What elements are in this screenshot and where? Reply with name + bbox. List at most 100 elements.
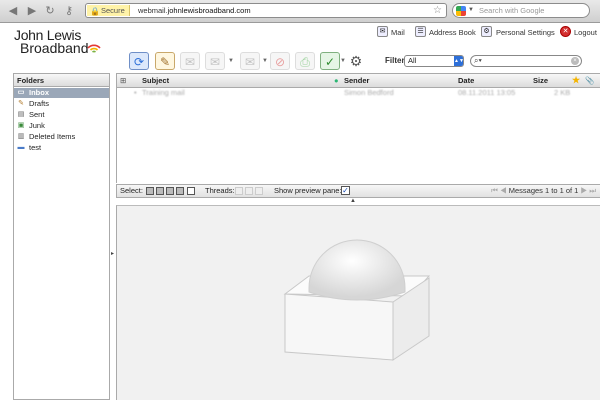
- broadband-wifi-icon: [87, 44, 101, 53]
- column-size[interactable]: Size: [533, 74, 548, 87]
- mail-link[interactable]: Mail: [391, 27, 405, 39]
- row-sender: Simon Bedford: [344, 88, 394, 97]
- threads-collapse-button[interactable]: [245, 187, 253, 195]
- attachment-icon[interactable]: 📎: [585, 74, 594, 87]
- forward-arrow-icon[interactable]: ▶: [25, 4, 39, 18]
- folder-drafts[interactable]: ✎ Drafts: [14, 99, 109, 109]
- splitter-arrow-icon[interactable]: ▸: [111, 250, 114, 257]
- column-subject[interactable]: Subject: [142, 74, 169, 87]
- folder-inbox[interactable]: ▭ Inbox: [14, 88, 109, 98]
- browser-toolbar: ◀ ▶ ↻ ⚷ 🔒 Secure webmail.johnlewisbroadb…: [0, 0, 600, 23]
- folder-label: Deleted Items: [29, 132, 76, 141]
- reply-all-dropdown-icon[interactable]: ▼: [228, 58, 234, 64]
- secure-label: Secure: [101, 6, 125, 15]
- folder-label: Sent: [29, 110, 45, 119]
- flag-star-icon[interactable]: ★: [572, 74, 580, 87]
- inbox-icon: ▭: [17, 89, 25, 96]
- address-book-link[interactable]: Address Book: [429, 27, 476, 39]
- select-unread-button[interactable]: [166, 187, 174, 195]
- google-icon: [456, 6, 466, 16]
- list-options-icon[interactable]: ⊞: [120, 74, 126, 87]
- select-page-button[interactable]: [156, 187, 164, 195]
- row-date: 08.11.2011 13:05: [458, 88, 516, 97]
- url-text: webmail.johnlewisbroadband.com: [138, 5, 251, 16]
- row-subject: Training mail: [142, 88, 185, 97]
- folder-label: Drafts: [29, 99, 50, 108]
- row-size: 2 KB: [554, 88, 571, 97]
- print-button[interactable]: ⎙: [295, 52, 315, 70]
- mark-button[interactable]: ✓: [320, 52, 340, 70]
- unread-dot-icon: •: [134, 88, 137, 97]
- search-icon[interactable]: ⌕▾: [474, 56, 482, 66]
- folder-label: Junk: [29, 121, 45, 130]
- key-icon[interactable]: ⚷: [62, 4, 76, 18]
- prev-page-icon[interactable]: ◀: [500, 186, 507, 195]
- preview-pane-checkbox[interactable]: ✓: [341, 186, 350, 195]
- delete-button[interactable]: ⊘: [270, 52, 290, 70]
- sent-icon: ▤: [17, 111, 25, 118]
- address-book-icon[interactable]: ☰: [415, 26, 426, 37]
- clear-search-icon[interactable]: ×: [571, 57, 579, 65]
- forward-button[interactable]: ✉: [240, 52, 260, 70]
- trash-icon: ▥: [17, 133, 25, 140]
- folder-icon: ▬: [17, 144, 25, 151]
- folders-header: Folders: [14, 74, 109, 87]
- check-mail-button[interactable]: ⟳: [129, 52, 149, 70]
- bookmark-star-icon[interactable]: ☆: [433, 4, 442, 17]
- brand-logo-line2: Broadband: [20, 40, 89, 56]
- preview-pane-label: Show preview pane:: [274, 186, 342, 195]
- table-row[interactable]: • Training mail Simon Bedford 08.11.2011…: [117, 88, 600, 98]
- chevron-down-icon[interactable]: ▼: [468, 5, 474, 16]
- preview-splitter-icon[interactable]: ▲: [350, 198, 356, 204]
- folder-junk[interactable]: ▣ Junk: [14, 121, 109, 131]
- mail-search-input[interactable]: ⌕▾ ×: [470, 55, 582, 67]
- pencil-icon: ✎: [18, 100, 24, 107]
- filter-value: All: [408, 56, 417, 65]
- mail-icon[interactable]: ✉: [377, 26, 388, 37]
- column-date[interactable]: Date: [458, 74, 474, 87]
- first-page-icon[interactable]: ⏮: [491, 186, 498, 195]
- preview-pane: [116, 205, 600, 400]
- junk-icon: ▣: [17, 122, 25, 129]
- select-all-button[interactable]: [146, 187, 154, 195]
- gear-icon[interactable]: ⚙: [346, 52, 366, 70]
- threads-unread-button[interactable]: [255, 187, 263, 195]
- logout-link[interactable]: Logout: [574, 27, 597, 39]
- forward-dropdown-icon[interactable]: ▼: [262, 58, 268, 64]
- chevron-down-icon[interactable]: ▲▼: [454, 56, 464, 66]
- select-label: Select:: [120, 186, 143, 195]
- threads-label: Threads:: [205, 186, 235, 195]
- pager: ⏮ ◀ Messages 1 to 1 of 1 ▶ ⏭: [491, 185, 596, 197]
- folder-label: Inbox: [29, 88, 49, 97]
- compose-button[interactable]: ✎: [155, 52, 175, 70]
- folder-sent[interactable]: ▤ Sent: [14, 110, 109, 120]
- lock-icon: 🔒: [90, 7, 100, 16]
- folders-panel: Folders ▭ Inbox ✎ Drafts ▤ Sent ▣ Junk ▥…: [13, 73, 110, 400]
- select-none-button[interactable]: [187, 187, 195, 195]
- browser-search-box[interactable]: ▼ Search with Google: [452, 3, 590, 18]
- message-list: ⊞ Subject ● Sender Date Size ★ 📎 • Train…: [116, 73, 600, 183]
- personal-settings-link[interactable]: Personal Settings: [496, 27, 555, 39]
- reply-all-button[interactable]: ✉: [205, 52, 225, 70]
- address-bar[interactable]: 🔒 Secure webmail.johnlewisbroadband.com …: [85, 3, 447, 18]
- threads-expand-button[interactable]: [235, 187, 243, 195]
- select-invert-button[interactable]: [176, 187, 184, 195]
- pager-text: Messages 1 to 1 of 1: [508, 186, 579, 195]
- url-prefix: webmail.: [138, 6, 168, 15]
- last-page-icon[interactable]: ⏭: [589, 186, 596, 195]
- url-domain: johnlewisbroadband.com: [167, 6, 251, 15]
- folder-test[interactable]: ▬ test: [14, 143, 109, 153]
- list-status-bar: Select: Threads: Show preview pane: ✓ ⏮ …: [116, 184, 600, 198]
- next-page-icon[interactable]: ▶: [580, 186, 587, 195]
- empty-preview-illustration: [283, 239, 431, 361]
- reload-icon[interactable]: ↻: [43, 4, 57, 18]
- secure-badge[interactable]: 🔒 Secure: [87, 5, 130, 16]
- personal-settings-icon[interactable]: ⚙: [481, 26, 492, 37]
- browser-search-placeholder: Search with Google: [479, 6, 545, 15]
- logout-icon[interactable]: ✕: [560, 26, 571, 37]
- column-sender[interactable]: Sender: [344, 74, 369, 87]
- reply-button[interactable]: ✉: [180, 52, 200, 70]
- back-arrow-icon[interactable]: ◀: [6, 4, 20, 18]
- filter-select[interactable]: All ▲▼: [404, 55, 464, 67]
- folder-deleted-items[interactable]: ▥ Deleted Items: [14, 132, 109, 142]
